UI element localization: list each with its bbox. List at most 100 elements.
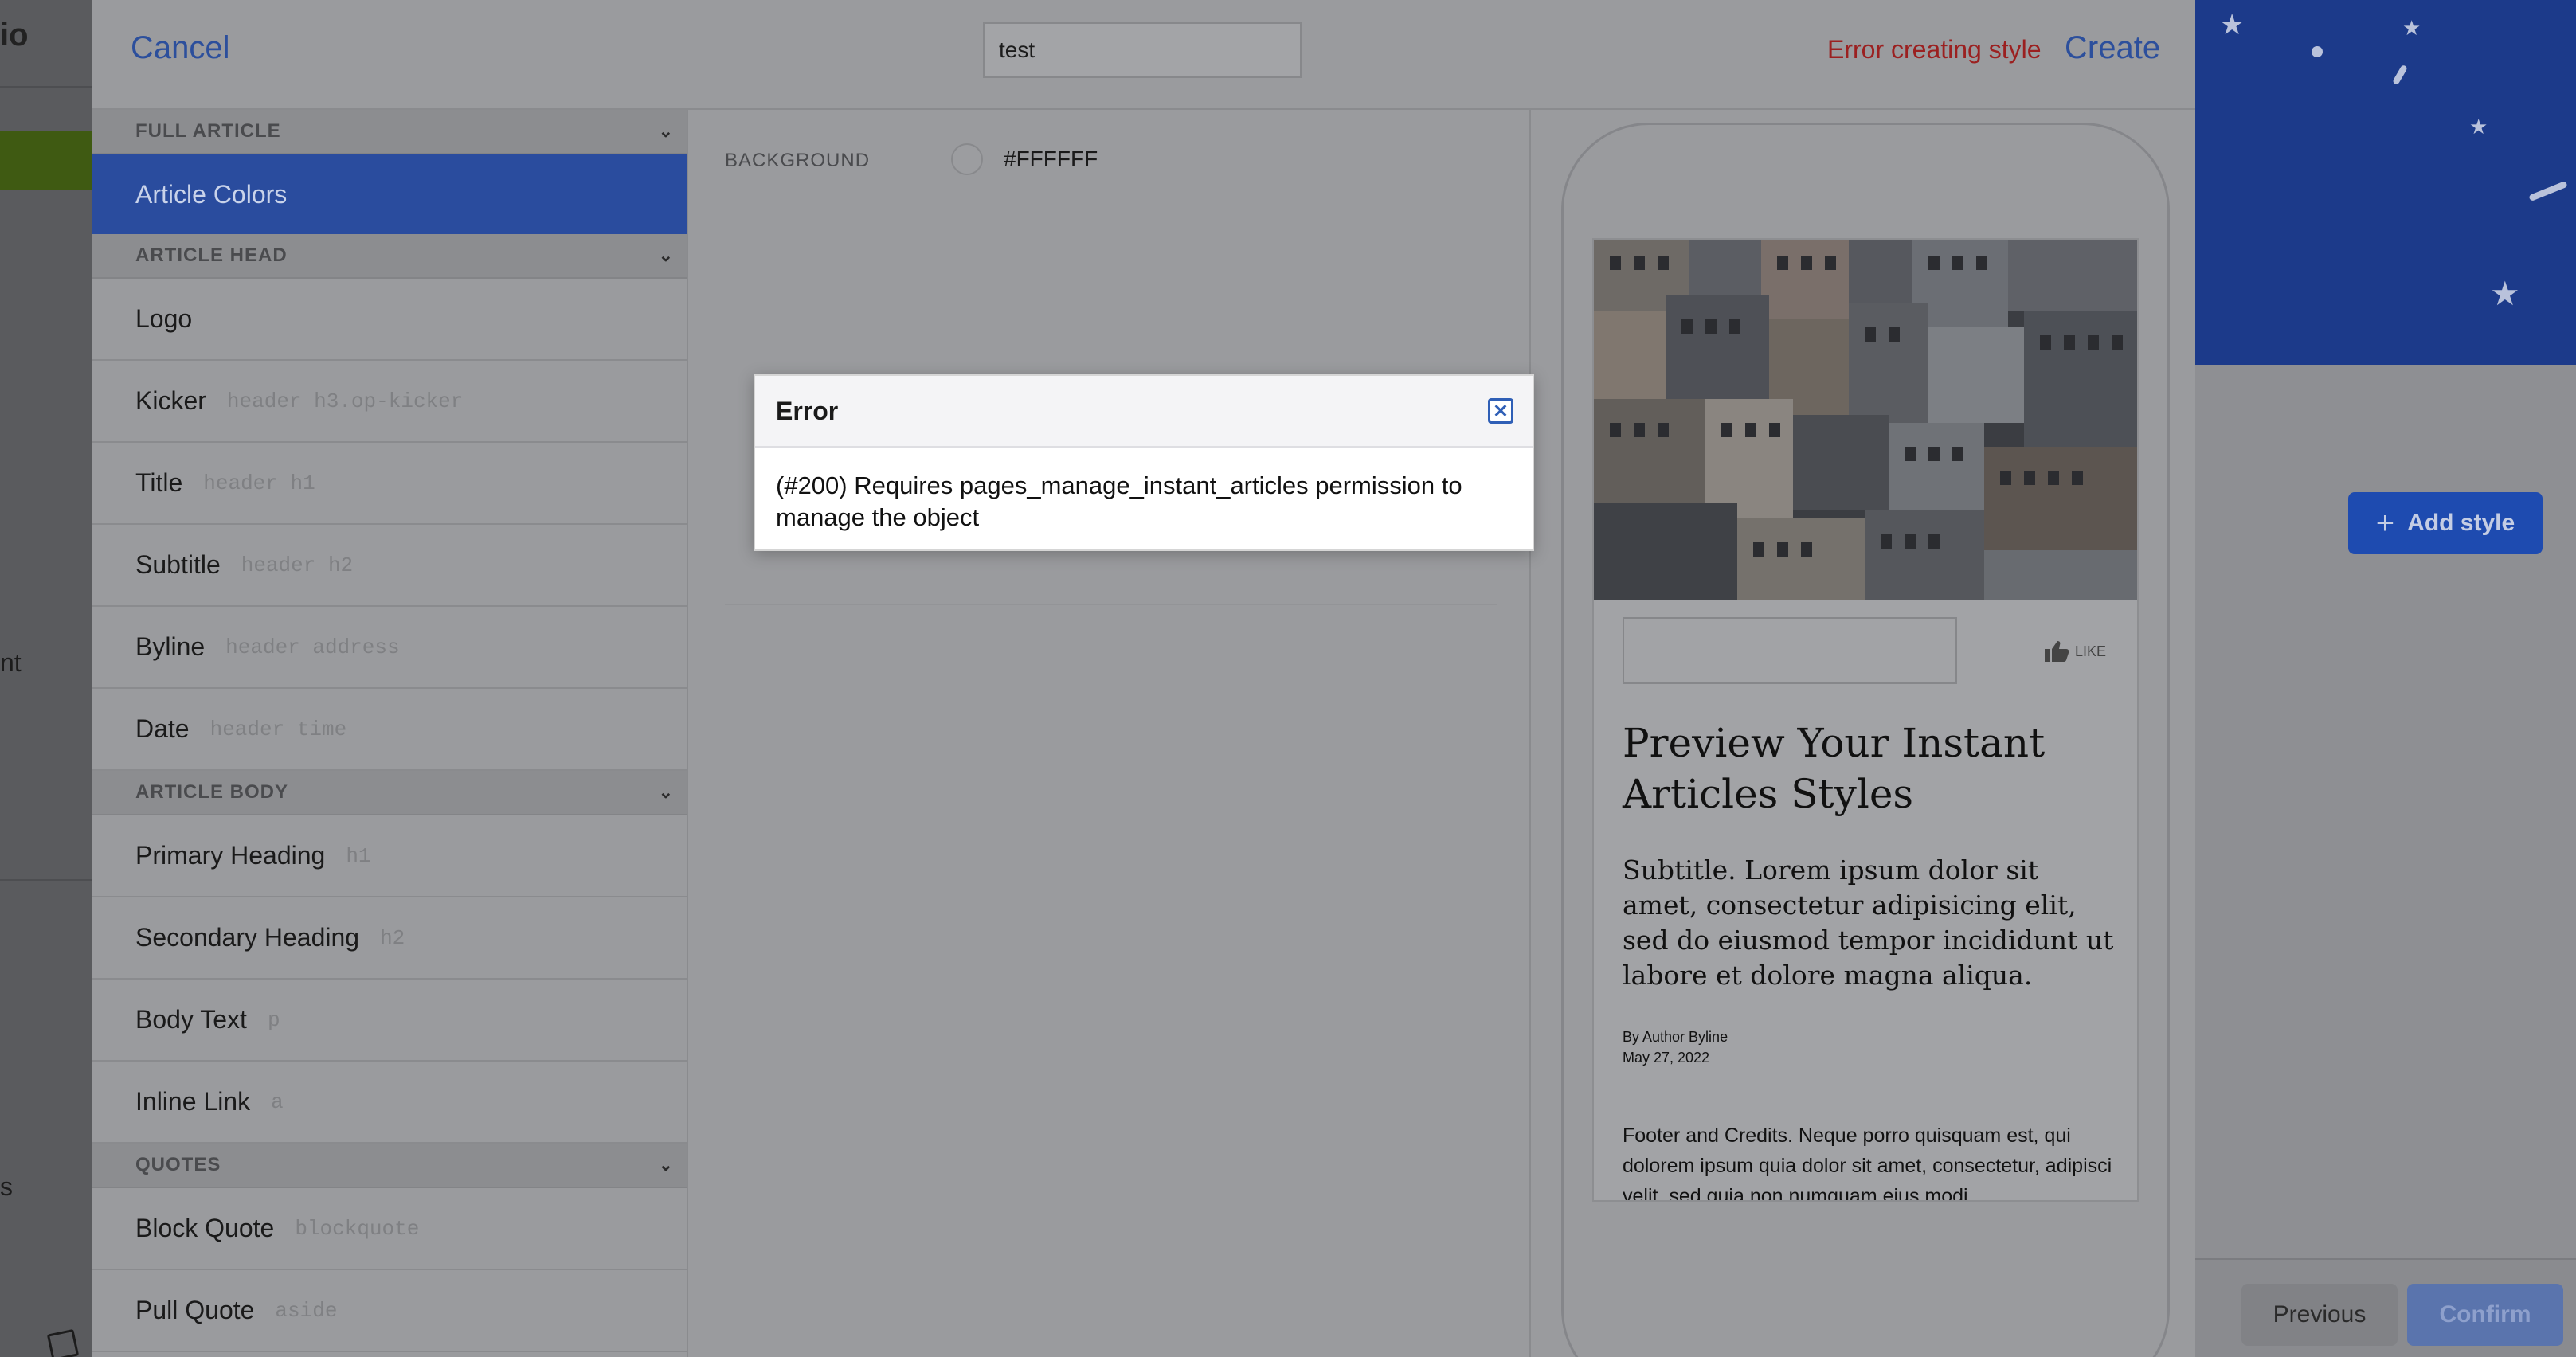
hero-image	[1594, 240, 2137, 600]
background-active-nav-item	[0, 131, 92, 190]
sidebar-item-label: Block Quote	[135, 1214, 275, 1242]
section-header-article-head[interactable]: ARTICLE HEAD ⌄	[92, 234, 687, 279]
chevron-down-icon: ⌄	[658, 1155, 674, 1175]
dot-decoration-icon	[2312, 46, 2323, 57]
section-header-label: FULL ARTICLE	[135, 120, 281, 142]
sidebar-item-label: Pull Quote	[135, 1296, 255, 1324]
preview-byline-block: By Author Byline May 27, 2022	[1623, 1027, 1728, 1068]
social-embed-box	[1623, 617, 1957, 684]
background-footer: Previous Confirm	[2195, 1258, 2576, 1357]
phone-frame: LIKE Preview Your Instant Articles Style…	[1561, 123, 2170, 1357]
sidebar-item-pull-quote[interactable]: Pull Quote aside	[92, 1270, 687, 1352]
css-selector-hint: header h2	[241, 553, 354, 577]
background-divider	[0, 86, 92, 88]
phone-screen[interactable]: LIKE Preview Your Instant Articles Style…	[1592, 238, 2139, 1202]
thumbs-up-icon	[2045, 641, 2069, 662]
sidebar-item-date[interactable]: Date header time	[92, 689, 687, 771]
chevron-down-icon: ⌄	[658, 245, 674, 265]
background-color-swatch[interactable]	[951, 143, 983, 175]
star-decoration-icon: ★	[2490, 275, 2520, 312]
like-label: LIKE	[2075, 643, 2107, 659]
background-setting-label: BACKGROUND	[725, 150, 871, 171]
divider	[725, 604, 1497, 605]
section-header-label: ARTICLE HEAD	[135, 244, 288, 266]
css-selector-hint: p	[267, 1007, 280, 1032]
confirm-button[interactable]: Confirm	[2407, 1284, 2563, 1346]
article-preview-panel: LIKE Preview Your Instant Articles Style…	[1533, 110, 2195, 1357]
sidebar-item-label: Subtitle	[135, 550, 221, 579]
sidebar-item-logo[interactable]: Logo	[92, 279, 687, 361]
background-app-title: io	[0, 18, 29, 53]
star-decoration-icon: ★	[2219, 8, 2245, 41]
background-divider	[0, 879, 92, 881]
css-selector-hint: blockquote	[295, 1216, 420, 1241]
sidebar-item-body-text[interactable]: Body Text p	[92, 980, 687, 1062]
background-page-right: ★ ★ ★ ★ + Add style Previous Confirm	[2195, 0, 2576, 1357]
css-selector-hint: header h3.op-kicker	[226, 389, 464, 413]
section-header-article-body[interactable]: ARTICLE BODY ⌄	[92, 771, 687, 815]
sidebar-item-title[interactable]: Title header h1	[92, 443, 687, 525]
section-header-quotes[interactable]: QUOTES ⌄	[92, 1144, 687, 1188]
create-button[interactable]: Create	[2065, 30, 2160, 66]
sidebar-item-label: Logo	[135, 304, 193, 333]
sidebar-item-label: Kicker	[135, 386, 206, 415]
sidebar-item-label: Title	[135, 468, 183, 497]
like-button[interactable]: LIKE	[2043, 639, 2106, 663]
background-banner: ★ ★ ★ ★	[2195, 0, 2576, 365]
preview-subtitle: Subtitle. Lorem ipsum dolor sit amet, co…	[1623, 854, 2114, 991]
css-selector-hint: header address	[225, 635, 400, 659]
sidebar-item-label: Inline Link	[135, 1087, 251, 1116]
css-selector-hint: h1	[346, 843, 371, 868]
background-nav-text: nt	[0, 648, 22, 677]
plus-icon: +	[2375, 505, 2395, 541]
sidebar-item-label: Article Colors	[135, 179, 288, 209]
css-selector-hint: h2	[380, 925, 405, 950]
section-header-label: QUOTES	[135, 1154, 221, 1175]
star-decoration-icon: ★	[2402, 16, 2421, 40]
sidebar-item-article-colors[interactable]: Article Colors	[92, 154, 687, 234]
section-header-label: ARTICLE BODY	[135, 781, 288, 803]
sidebar-item-label: Secondary Heading	[135, 923, 360, 952]
sidebar-item-subtitle[interactable]: Subtitle header h2	[92, 525, 687, 607]
preview-footer: Footer and Credits. Neque porro quisquam…	[1623, 1124, 2112, 1202]
style-name-input[interactable]: test	[983, 22, 1302, 78]
preview-byline: By Author Byline	[1623, 1029, 1728, 1045]
add-style-button[interactable]: + Add style	[2348, 492, 2543, 554]
css-selector-hint: a	[271, 1089, 284, 1114]
sidebar-item-primary-heading[interactable]: Primary Heading h1	[92, 815, 687, 897]
sidebar-item-secondary-heading[interactable]: Secondary Heading h2	[92, 897, 687, 980]
error-status-text: Error creating style	[1827, 35, 2042, 64]
close-icon[interactable]	[1488, 398, 1513, 424]
sidebar-item-block-quote[interactable]: Block Quote blockquote	[92, 1188, 687, 1270]
error-dialog-message: (#200) Requires pages_manage_instant_art…	[776, 471, 1462, 531]
background-color-value[interactable]: #FFFFFF	[1004, 147, 1098, 172]
cancel-button[interactable]: Cancel	[131, 30, 230, 66]
add-style-label: Add style	[2407, 510, 2515, 536]
element-sidebar: FULL ARTICLE ⌄ Article Colors ARTICLE HE…	[92, 110, 688, 1357]
css-selector-hint: aside	[275, 1298, 338, 1323]
section-header-full-article[interactable]: FULL ARTICLE ⌄	[92, 110, 687, 154]
preview-date: May 27, 2022	[1623, 1050, 1710, 1066]
sidebar-item-label: Body Text	[135, 1005, 247, 1034]
background-icon	[46, 1328, 80, 1357]
sidebar-item-label: Byline	[135, 632, 206, 661]
sidebar-item-kicker[interactable]: Kicker header h3.op-kicker	[92, 361, 687, 443]
star-decoration-icon: ★	[2469, 115, 2488, 139]
css-selector-hint: header h1	[203, 471, 315, 495]
dash-decoration-icon	[2392, 64, 2408, 86]
error-dialog-title: Error	[776, 396, 839, 425]
background-page-left: io nt s	[0, 0, 92, 1357]
style-editor-modal: Cancel test Error creating style Create …	[92, 0, 2195, 1357]
sidebar-item-label: Primary Heading	[135, 841, 326, 870]
sidebar-item-byline[interactable]: Byline header address	[92, 607, 687, 689]
error-dialog-header: Error	[755, 376, 1533, 448]
chevron-down-icon: ⌄	[658, 782, 674, 802]
css-selector-hint: header time	[209, 717, 347, 741]
background-nav-text: s	[0, 1172, 13, 1201]
sidebar-item-label: Date	[135, 714, 190, 743]
style-settings-panel: BACKGROUND #FFFFFF	[690, 110, 1531, 1357]
sidebar-item-inline-link[interactable]: Inline Link a	[92, 1062, 687, 1144]
preview-title: Preview Your Instant Articles Styles	[1623, 720, 2046, 817]
editor-toolbar: Cancel test Error creating style Create	[92, 0, 2195, 110]
previous-button[interactable]: Previous	[2241, 1284, 2398, 1346]
